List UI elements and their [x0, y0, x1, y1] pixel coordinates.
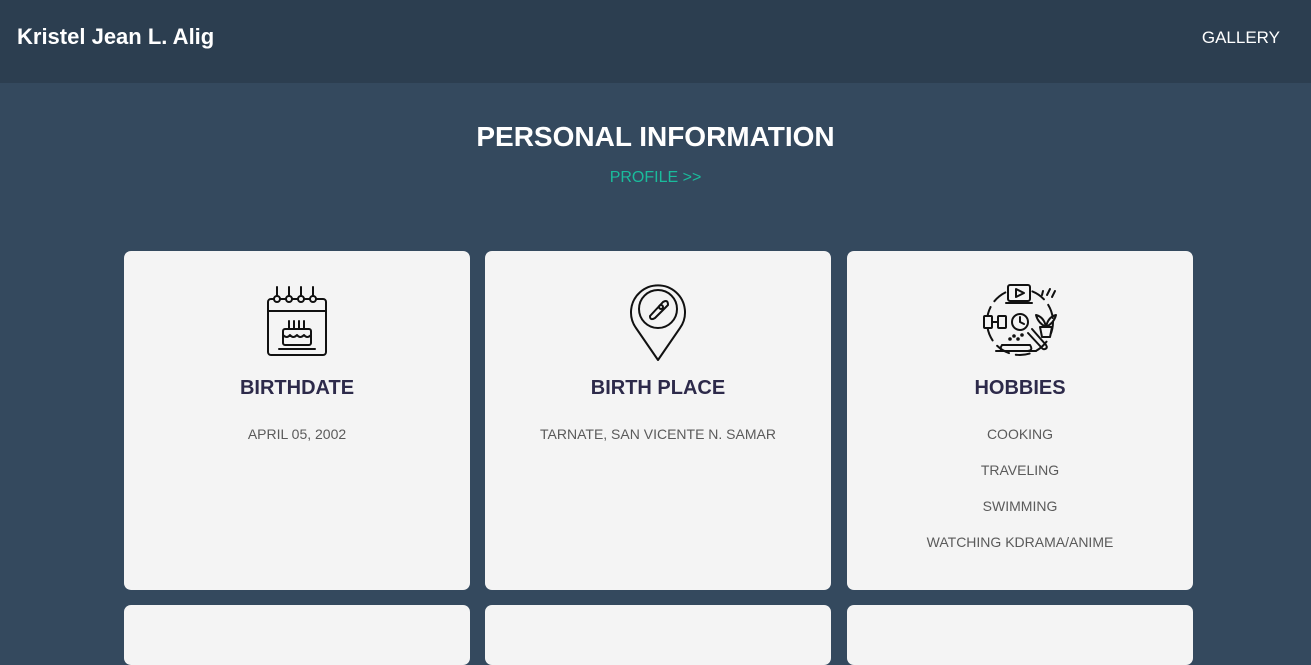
card-value: COOKING	[986, 426, 1054, 442]
page-title: PERSONAL INFORMATION	[476, 121, 835, 152]
birthday-calendar-icon	[124, 279, 470, 363]
info-card	[124, 605, 470, 665]
location-pin-icon	[485, 279, 831, 363]
nav-gallery-link[interactable]: GALLERY	[1202, 28, 1280, 48]
birthdate-card: BIRTHDATE APRIL 05, 2002	[124, 251, 470, 590]
hobbies-icon	[847, 279, 1193, 363]
profile-link[interactable]: PROFILE >>	[0, 169, 1311, 187]
card-values: COOKING TRAVELING SWIMMING WATCHING KDRA…	[847, 426, 1193, 570]
card-value: WATCHING KDRAMA/ANIME	[926, 534, 1114, 550]
hobbies-card: HOBBIES COOKING TRAVELING SWIMMING WATCH…	[847, 251, 1193, 590]
card-value: TRAVELING	[980, 462, 1060, 478]
top-navbar: Kristel Jean L. Alig GALLERY	[0, 0, 1311, 83]
card-values: TARNATE, SAN VICENTE N. SAMAR	[485, 426, 831, 462]
card-value: SWIMMING	[982, 498, 1058, 514]
card-title: HOBBIES	[974, 377, 1066, 399]
card-value: TARNATE, SAN VICENTE N. SAMAR	[540, 426, 776, 442]
card-value: APRIL 05, 2002	[247, 426, 347, 442]
birth-place-card: BIRTH PLACE TARNATE, SAN VICENTE N. SAMA…	[485, 251, 831, 590]
info-card	[847, 605, 1193, 665]
card-title: BIRTHDATE	[239, 377, 355, 399]
info-card	[485, 605, 831, 665]
site-brand[interactable]: Kristel Jean L. Alig	[17, 24, 214, 50]
card-values: APRIL 05, 2002	[124, 426, 470, 462]
card-title: BIRTH PLACE	[590, 377, 726, 399]
